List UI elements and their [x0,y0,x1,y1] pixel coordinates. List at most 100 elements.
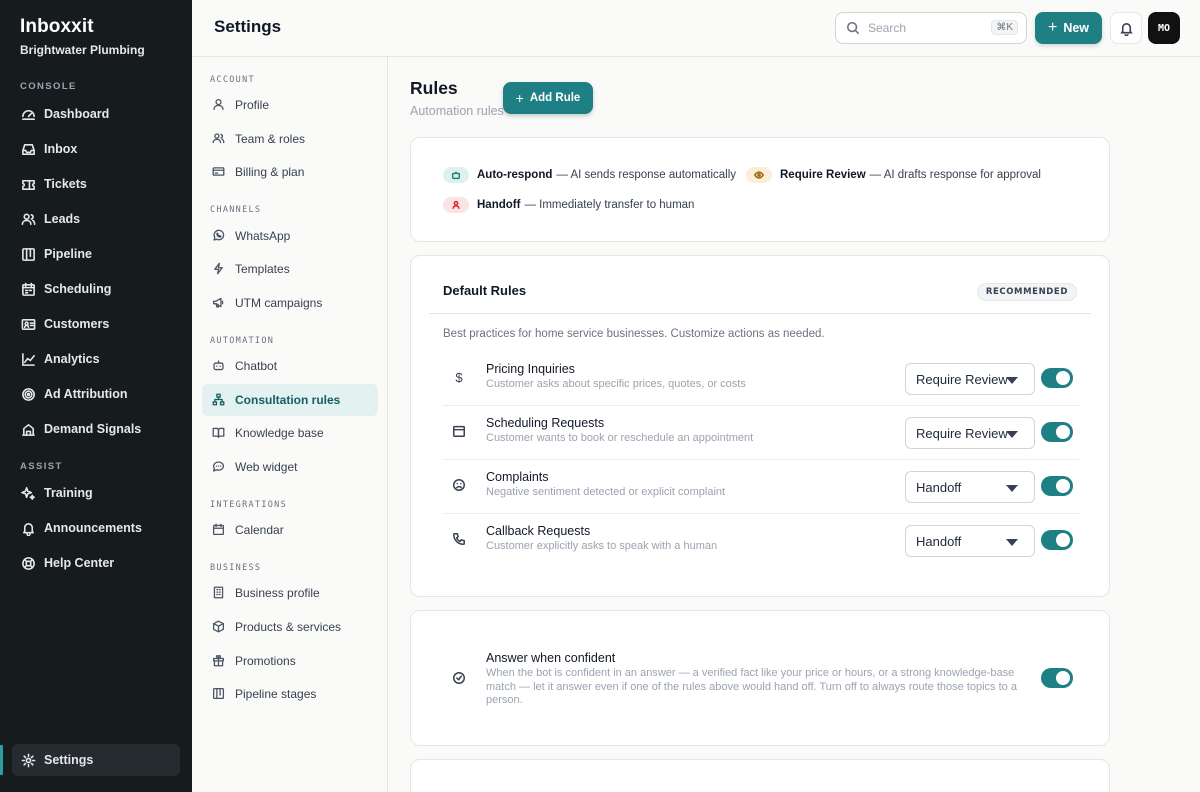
legend-desc: — AI drafts response for approval [869,169,1041,181]
rule-action-select[interactable]: Handoff [905,525,1035,557]
sidebar-item-dashboard[interactable]: Dashboard [12,98,180,130]
sidebar-item-help-center[interactable]: Help Center [12,547,180,579]
users-icon [212,132,226,146]
gift-icon [212,654,226,668]
rule-toggle[interactable] [1041,422,1073,442]
rule-toggle[interactable] [1041,476,1073,496]
bot-icon [443,167,469,183]
confident-toggle[interactable] [1041,668,1073,688]
sidebar-item-inbox[interactable]: Inbox [12,133,180,165]
card-title: Default Rules [443,283,527,298]
sidebar-item-announcements[interactable]: Announcements [12,512,180,544]
sidebar-item-label: Ad Attribution [44,387,128,401]
divider [429,313,1091,314]
gear-icon [20,752,36,768]
bot-icon [212,359,226,373]
sidebar-item-analytics[interactable]: Analytics [12,343,180,375]
settings-item-label: Templates [235,262,290,276]
search-input[interactable]: Search ⌘K [835,12,1027,44]
sidebar-item-scheduling[interactable]: Scheduling [12,273,180,305]
select-value: Handoff [916,479,962,495]
brand: Inboxxit Brightwater Plumbing [20,16,145,57]
plus-icon: + [515,90,524,106]
settings-item-business-profile[interactable]: Business profile [202,577,378,609]
settings-item-profile[interactable]: Profile [202,89,378,121]
sidebar-item-label: Scheduling [44,282,112,296]
notifications-button[interactable] [1110,12,1142,44]
sidebar-item-demand-signals[interactable]: Demand Signals [12,413,180,445]
settings-item-chatbot[interactable]: Chatbot [202,350,378,382]
calendar-icon [212,523,226,537]
sparkles-icon [20,485,36,501]
main-content: Rules Automation rules + Add Rule Auto-r… [388,57,1200,792]
calendar-icon [451,423,467,439]
rule-toggle[interactable] [1041,368,1073,388]
settings-item-label: Profile [235,98,270,112]
chevron-down-icon [1006,377,1018,384]
rule-row-pricing: $ Pricing Inquiries Customer asks about … [443,352,1079,406]
sidebar-item-label: Dashboard [44,107,110,121]
settings-item-whatsapp[interactable]: WhatsApp [202,220,378,252]
sidebar-item-ad-attribution[interactable]: Ad Attribution [12,378,180,410]
custom-rules-card [410,759,1110,792]
legend-handoff: Handoff — Immediately transfer to human [443,197,694,213]
sidebar-item-pipeline[interactable]: Pipeline [12,238,180,270]
settings-item-products[interactable]: Products & services [202,611,378,643]
search-icon [846,21,860,35]
default-rules-card: Default Rules RECOMMENDED Best practices… [410,255,1110,597]
users-icon [20,211,36,227]
sidebar-item-label: Pipeline [44,247,92,261]
settings-item-templates[interactable]: Templates [202,253,378,285]
sidebar-item-leads[interactable]: Leads [12,203,180,235]
whatsapp-icon [212,229,226,243]
sidebar-item-label: Analytics [44,352,100,366]
rule-toggle[interactable] [1041,530,1073,550]
settings-item-calendar[interactable]: Calendar [202,514,378,546]
rule-action-select[interactable]: Require Review [905,363,1035,395]
settings-item-label: Calendar [235,523,284,537]
sidebar-item-customers[interactable]: Customers [12,308,180,340]
settings-item-knowledge-base[interactable]: Knowledge base [202,417,378,449]
settings-item-promotions[interactable]: Promotions [202,645,378,677]
avatar[interactable]: MO [1148,12,1180,44]
settings-item-label: Pipeline stages [235,687,317,701]
sidebar-item-label: Settings [44,753,94,767]
chat-bubble-icon [212,460,226,474]
sidebar-section-assist: ASSIST [20,461,63,472]
bell-icon [1119,22,1133,36]
sidebar-item-settings[interactable]: Settings [12,744,180,776]
sidebar-item-training[interactable]: Training [12,477,180,509]
dollar-icon: $ [455,369,463,385]
settings-item-team-roles[interactable]: Team & roles [202,123,378,155]
rule-action-select[interactable]: Handoff [905,471,1035,503]
rule-description: Negative sentiment detected or explicit … [486,486,726,498]
rule-description: Customer explicitly asks to speak with a… [486,540,718,552]
settings-item-web-widget[interactable]: Web widget [202,451,378,483]
lifebuoy-icon [20,555,36,571]
settings-section-account: ACCOUNT [210,75,255,85]
settings-item-label: UTM campaigns [235,296,323,310]
settings-item-billing[interactable]: Billing & plan [202,156,378,188]
search-placeholder: Search [868,21,907,35]
settings-item-label: Products & services [235,620,342,634]
sidebar-item-label: Tickets [44,177,87,191]
legend-auto-respond: Auto-respond — AI sends response automat… [443,167,736,183]
check-circle-icon [451,670,467,686]
add-rule-button[interactable]: + Add Rule [503,82,593,114]
rule-action-select[interactable]: Require Review [905,417,1035,449]
section-title: Rules [410,78,458,98]
settings-item-pipeline-stages[interactable]: Pipeline stages [202,678,378,710]
new-button[interactable]: + New [1035,12,1102,44]
action-legend-card: Auto-respond — AI sends response automat… [410,137,1110,242]
legend-name: Handoff [477,199,521,211]
sidebar-item-label: Demand Signals [44,422,142,436]
page-title: Settings [214,17,282,36]
sidebar-item-tickets[interactable]: Tickets [12,168,180,200]
card-description: Best practices for home service business… [443,328,825,340]
settings-section-channels: CHANNELS [210,205,262,215]
chevron-down-icon [1006,485,1018,492]
legend-require-review: Require Review — AI drafts response for … [746,167,1041,183]
settings-item-consultation-rules[interactable]: Consultation rules [202,384,378,416]
settings-item-utm[interactable]: UTM campaigns [202,287,378,319]
megaphone-icon [212,296,226,310]
